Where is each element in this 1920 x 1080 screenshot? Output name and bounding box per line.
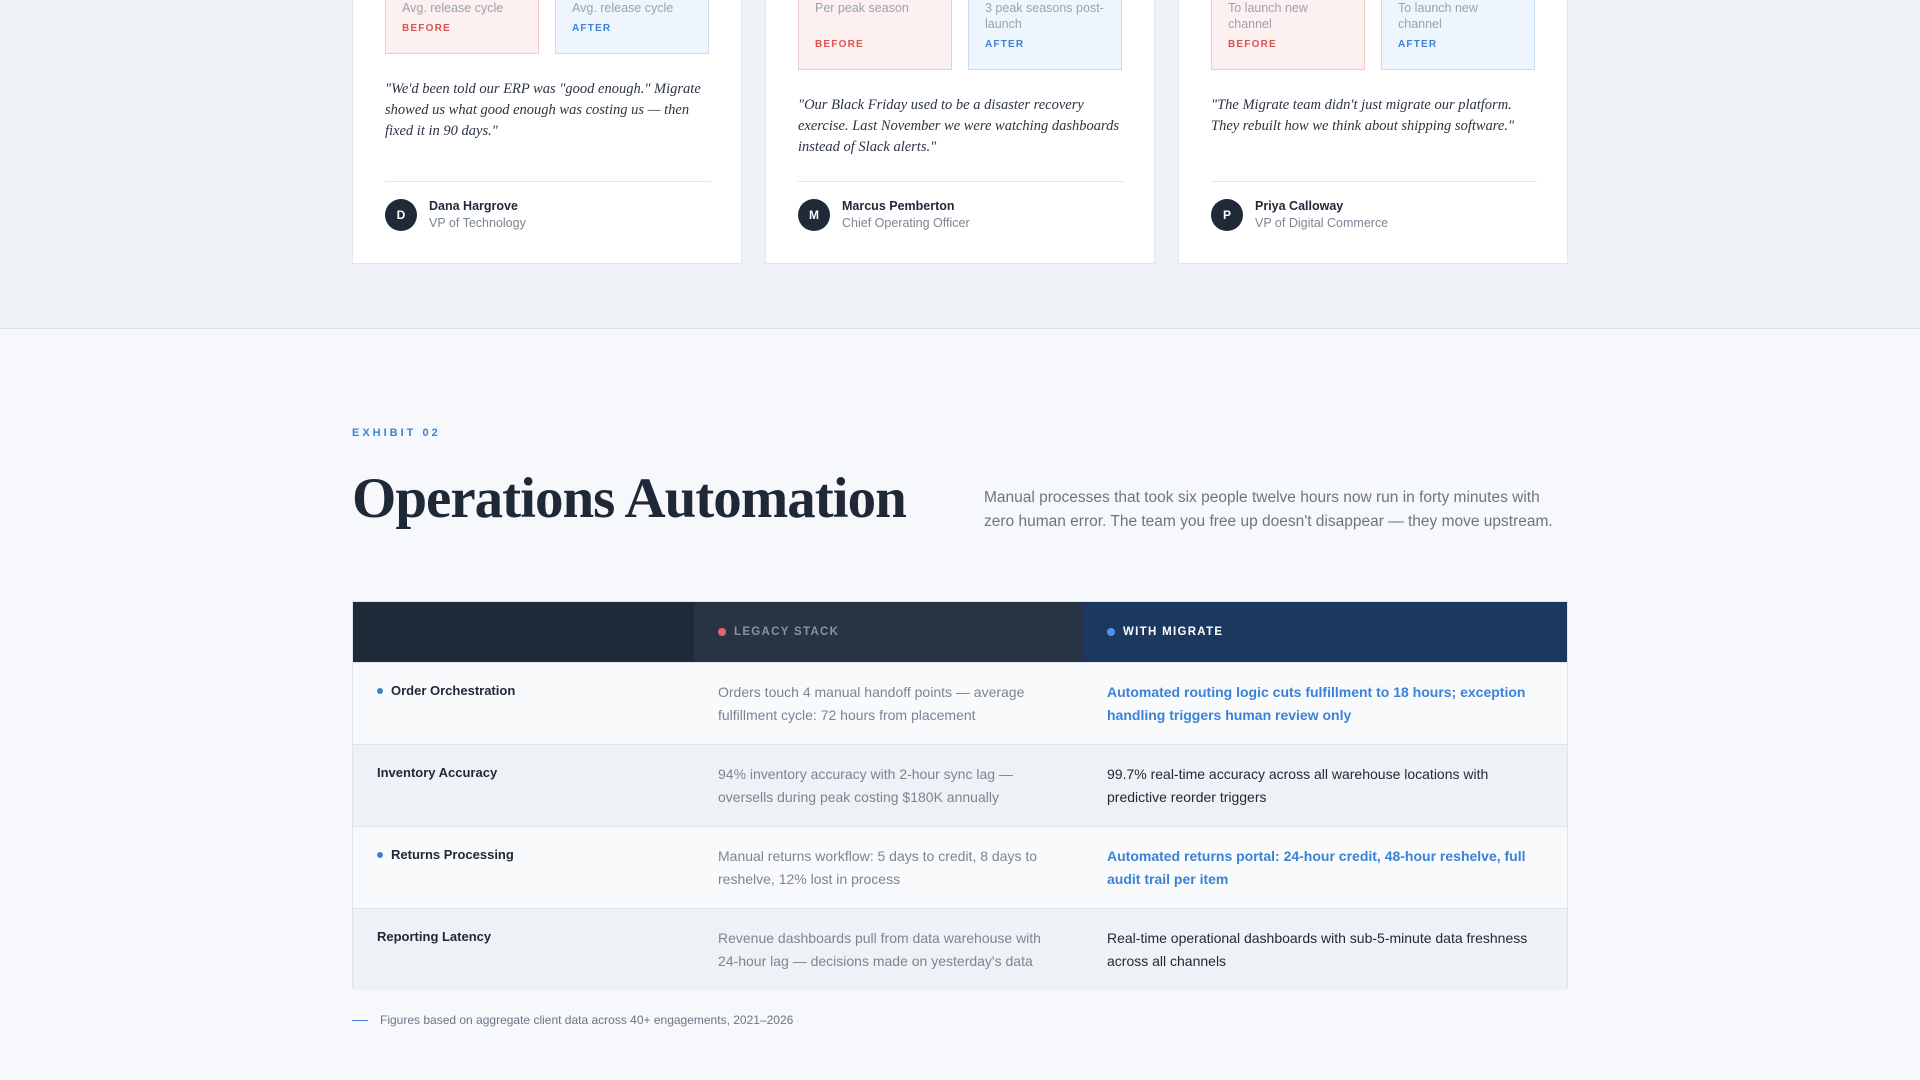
legacy-column-header: LEGACY STACK bbox=[694, 602, 1083, 662]
metric-label: Avg. release cycle bbox=[572, 1, 674, 15]
legacy-cell: Manual returns workflow: 5 days to credi… bbox=[718, 848, 1038, 887]
dash-icon bbox=[352, 1019, 368, 1021]
table-row: Reporting Latency Revenue dashboards pul… bbox=[353, 908, 1567, 990]
testimonial-card: Per peak season BEFORE 3 peak seasons po… bbox=[765, 0, 1155, 264]
capability-label: Inventory Accuracy bbox=[377, 765, 498, 780]
metric-before: Per peak season BEFORE bbox=[798, 0, 952, 70]
section-intro: Manual processes that took six people tw… bbox=[984, 489, 1553, 530]
before-tag: BEFORE bbox=[1228, 39, 1277, 50]
person-name: Priya Calloway bbox=[1255, 199, 1344, 213]
migrate-cell: Real-time operational dashboards with su… bbox=[1107, 930, 1528, 969]
header-blank-cell bbox=[353, 602, 694, 662]
capability-cell: Order Orchestration bbox=[377, 683, 515, 698]
capability-cell: Returns Processing bbox=[377, 847, 514, 862]
migrate-cell: 99.7% real-time accuracy across all ware… bbox=[1107, 766, 1489, 805]
capability-label: Order Orchestration bbox=[391, 683, 516, 698]
table-row: Inventory Accuracy 94% inventory accurac… bbox=[353, 744, 1567, 826]
table-row: Order Orchestration Orders touch 4 manua… bbox=[353, 662, 1567, 744]
legacy-column-label: LEGACY STACK bbox=[734, 626, 840, 638]
divider bbox=[798, 181, 1124, 182]
after-tag: AFTER bbox=[572, 23, 612, 34]
divider bbox=[385, 181, 711, 182]
avatar: D bbox=[385, 199, 417, 231]
metric-after: 3 peak seasons post-launch AFTER bbox=[968, 0, 1122, 70]
person-name: Marcus Pemberton bbox=[842, 199, 955, 213]
metric-label: Per peak season bbox=[815, 1, 909, 15]
migrate-dot-icon bbox=[1107, 628, 1115, 636]
table-row: Returns Processing Manual returns workfl… bbox=[353, 826, 1567, 908]
avatar: P bbox=[1211, 199, 1243, 231]
capability-cell: Inventory Accuracy bbox=[377, 765, 497, 780]
after-tag: AFTER bbox=[985, 39, 1025, 50]
highlight-bullet-icon bbox=[377, 851, 383, 858]
metric-before: Avg. release cycle BEFORE bbox=[385, 0, 539, 54]
capability-label: Reporting Latency bbox=[377, 929, 492, 944]
metric-before: To launch new channel BEFORE bbox=[1211, 0, 1365, 70]
legacy-cell: 94% inventory accuracy with 2-hour sync … bbox=[718, 766, 1013, 805]
metric-label: To launch new channel bbox=[1228, 1, 1308, 31]
metric-label: To launch new channel bbox=[1398, 1, 1478, 31]
migrate-column-label: WITH MIGRATE bbox=[1123, 626, 1224, 638]
person-role: VP of Technology bbox=[429, 216, 526, 230]
legacy-dot-icon bbox=[718, 628, 726, 636]
section-title: Operations Automation bbox=[352, 467, 907, 530]
testimonial-card: To launch new channel BEFORE To launch n… bbox=[1178, 0, 1568, 264]
migrate-column-header: WITH MIGRATE bbox=[1083, 602, 1567, 662]
migrate-cell: Automated routing logic cuts fulfillment… bbox=[1107, 684, 1526, 723]
table-header: LEGACY STACK WITH MIGRATE bbox=[353, 602, 1567, 662]
legacy-cell: Orders touch 4 manual handoff points — a… bbox=[718, 684, 1025, 723]
comparison-table: LEGACY STACK WITH MIGRATE Order Orchestr… bbox=[352, 601, 1568, 990]
footnote: Figures based on aggregate client data a… bbox=[352, 1013, 793, 1027]
exhibit-eyebrow: EXHIBIT 02 bbox=[352, 427, 441, 439]
avatar: M bbox=[798, 199, 830, 231]
metric-label: Avg. release cycle bbox=[402, 1, 504, 15]
person-role: VP of Digital Commerce bbox=[1255, 216, 1389, 230]
migrate-cell: Automated returns portal: 24-hour credit… bbox=[1107, 848, 1526, 887]
highlight-bullet-icon bbox=[377, 687, 383, 694]
person-role: Chief Operating Officer bbox=[842, 216, 970, 230]
testimonial-quote: "Our Black Friday used to be a disaster … bbox=[798, 97, 1119, 155]
divider bbox=[1211, 181, 1537, 182]
testimonial-quote: "The Migrate team didn't just migrate ou… bbox=[1211, 97, 1515, 134]
testimonial-quote: "We'd been told our ERP was "good enough… bbox=[385, 81, 701, 139]
metric-after: Avg. release cycle AFTER bbox=[555, 0, 709, 54]
person-name: Dana Hargrove bbox=[429, 199, 518, 213]
capability-label: Returns Processing bbox=[391, 847, 514, 862]
before-tag: BEFORE bbox=[815, 39, 864, 50]
legacy-cell: Revenue dashboards pull from data wareho… bbox=[718, 930, 1041, 969]
before-tag: BEFORE bbox=[402, 23, 451, 34]
after-tag: AFTER bbox=[1398, 39, 1438, 50]
footnote-text: Figures based on aggregate client data a… bbox=[380, 1013, 794, 1027]
metric-after: To launch new channel AFTER bbox=[1381, 0, 1535, 70]
capability-cell: Reporting Latency bbox=[377, 929, 491, 944]
testimonial-card: Avg. release cycle BEFORE Avg. release c… bbox=[352, 0, 742, 264]
metric-label: 3 peak seasons post-launch bbox=[985, 1, 1104, 31]
testimonials-section: Avg. release cycle BEFORE Avg. release c… bbox=[0, 0, 1920, 329]
